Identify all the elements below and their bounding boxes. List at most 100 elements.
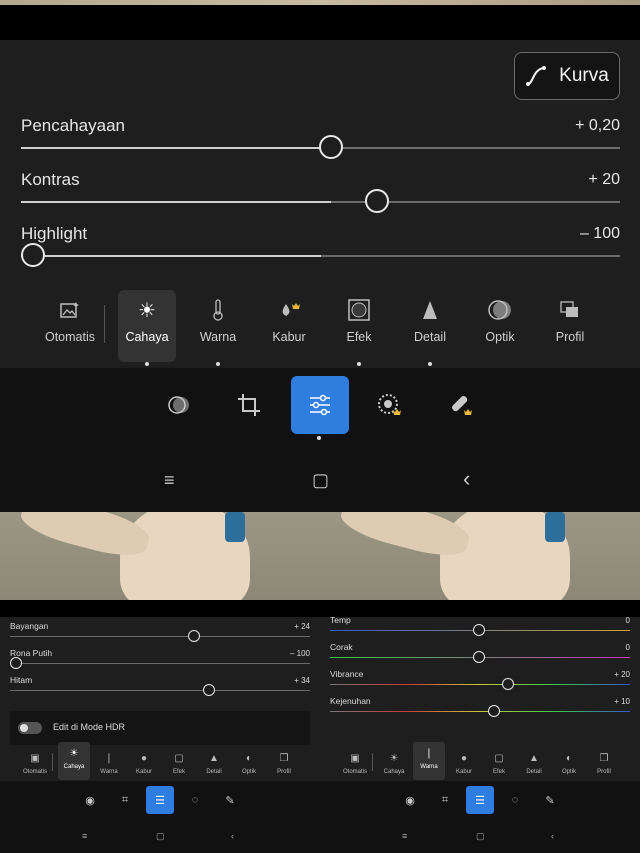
saturation-slider-handle[interactable] <box>488 705 500 717</box>
color-panel-screenshot: Temp 0 Corak 0 Vibrance + 20 Kejenuhan +… <box>320 617 640 853</box>
vibrance-slider-track[interactable] <box>330 684 630 685</box>
tab-kabur[interactable]: ● Kabur <box>128 747 160 785</box>
curve-button[interactable]: Kurva <box>514 52 620 100</box>
tab-kabur-label: Kabur <box>272 330 306 344</box>
blacks-label: Hitam <box>10 675 33 685</box>
tab-cahaya[interactable]: ☀ Cahaya <box>118 290 176 366</box>
tab-otomatis-label: Otomatis <box>44 330 95 344</box>
tab-profil-label: Profil <box>555 330 585 344</box>
crop-icon[interactable] <box>220 376 278 434</box>
tab-profil[interactable]: ❐ Profil <box>268 747 300 785</box>
home-icon[interactable]: ▢ <box>156 831 165 842</box>
shadows-slider-track[interactable] <box>10 636 310 637</box>
contrast-slider-track[interactable] <box>21 189 620 213</box>
hdr-label: Edit di Mode HDR <box>53 722 126 732</box>
tab-warna[interactable]: ❘ Warna <box>93 747 125 785</box>
tab-optik[interactable]: ◐ Optik <box>553 747 585 785</box>
vibrance-value: + 20 <box>614 670 630 679</box>
home-icon[interactable]: ▢ <box>476 831 485 842</box>
back-icon[interactable]: ‹ <box>463 466 470 492</box>
adjust-icon[interactable] <box>291 376 349 434</box>
tab-efek-label: Efek <box>346 330 372 344</box>
exposure-slider-track[interactable] <box>21 135 620 159</box>
masking-premium-icon[interactable]: ◌ <box>181 786 209 814</box>
tab-warna[interactable]: ❘ Warna <box>413 742 445 780</box>
tab-optik[interactable]: ◐ Optik <box>233 747 265 785</box>
presets-icon[interactable]: ◉ <box>396 786 424 814</box>
modified-dot <box>357 362 361 366</box>
highlight-slider-track[interactable] <box>21 243 620 267</box>
auto-image-icon <box>60 290 80 330</box>
temp-slider-handle[interactable] <box>473 624 485 636</box>
heal-premium-icon[interactable]: ✎ <box>536 786 564 814</box>
contrast-label: Kontras <box>21 170 80 189</box>
tab-optik[interactable]: Optik <box>468 290 532 362</box>
masking-premium-icon[interactable] <box>361 376 419 434</box>
home-icon[interactable]: ▢ <box>312 470 329 491</box>
blacks-slider-track[interactable] <box>10 690 310 691</box>
back-icon[interactable]: ‹ <box>551 831 554 841</box>
hdr-mode-row[interactable]: Edit di Mode HDR <box>10 711 310 745</box>
hdr-toggle[interactable] <box>18 722 42 734</box>
heal-premium-icon[interactable] <box>432 376 490 434</box>
presets-icon[interactable]: ◉ <box>76 786 104 814</box>
selected-indicator <box>317 436 321 440</box>
menu-icon[interactable]: ≡ <box>164 470 175 491</box>
saturation-slider-track[interactable] <box>330 711 630 712</box>
thermometer-icon <box>212 290 224 330</box>
tab-otomatis[interactable]: Otomatis <box>38 290 102 362</box>
tab-efek[interactable]: ▢ Efek <box>163 747 195 785</box>
modified-dot <box>428 362 432 366</box>
tab-otomatis[interactable]: ▣ Otomatis <box>339 747 371 785</box>
tab-detail[interactable]: ▲ Detail <box>518 747 550 785</box>
shadows-slider-handle[interactable] <box>188 630 200 642</box>
tab-optik-label: Optik <box>485 330 515 344</box>
tab-profil[interactable]: Profil <box>538 290 602 362</box>
presets-icon[interactable] <box>150 376 208 434</box>
exposure-slider-handle[interactable] <box>319 135 343 159</box>
back-icon[interactable]: ‹ <box>231 831 234 841</box>
modified-dot <box>216 362 220 366</box>
saturation-label: Kejenuhan <box>330 696 371 706</box>
menu-icon[interactable]: ≡ <box>402 831 407 841</box>
light-panel-screenshot: Bayangan + 24 Rona Putih – 100 Hitam + 3… <box>0 617 320 853</box>
lens-icon <box>488 290 512 330</box>
exposure-label: Pencahayaan <box>21 116 125 135</box>
tab-divider <box>52 753 53 771</box>
masking-premium-icon[interactable]: ◌ <box>501 786 529 814</box>
tab-kabur[interactable]: Kabur <box>257 290 321 362</box>
crop-icon[interactable]: ⌗ <box>111 786 139 814</box>
vibrance-slider-handle[interactable] <box>502 678 514 690</box>
tab-warna[interactable]: Warna <box>186 290 250 366</box>
adjust-icon[interactable]: ☰ <box>146 786 174 814</box>
curve-icon <box>526 66 547 86</box>
tint-value: 0 <box>625 643 630 652</box>
photo-preview-right <box>320 512 640 600</box>
contrast-slider-handle[interactable] <box>365 189 389 213</box>
tab-detail[interactable]: ▲ Detail <box>198 747 230 785</box>
tab-cahaya[interactable]: ☀ Cahaya <box>58 742 90 780</box>
saturation-value: + 10 <box>614 697 630 706</box>
blacks-slider-handle[interactable] <box>203 684 215 696</box>
tint-slider-handle[interactable] <box>473 651 485 663</box>
tab-efek[interactable]: ▢ Efek <box>483 747 515 785</box>
tab-kabur[interactable]: ● Kabur <box>448 747 480 785</box>
whites-slider-track[interactable] <box>10 663 310 664</box>
tint-label: Corak <box>330 642 353 652</box>
sun-icon: ☀ <box>138 299 156 322</box>
adjust-icon[interactable]: ☰ <box>466 786 494 814</box>
tab-otomatis[interactable]: ▣ Otomatis <box>19 747 51 785</box>
highlight-slider-handle[interactable] <box>21 243 45 267</box>
photo-letterbox-bottom <box>0 600 640 617</box>
photo-preview-left <box>0 512 320 600</box>
shadows-value: + 24 <box>294 622 310 631</box>
layers-icon <box>560 290 580 330</box>
tab-efek[interactable]: Efek <box>327 290 391 366</box>
tab-detail[interactable]: Detail <box>398 290 462 366</box>
menu-icon[interactable]: ≡ <box>82 831 87 841</box>
whites-slider-handle[interactable] <box>10 657 22 669</box>
heal-premium-icon[interactable]: ✎ <box>216 786 244 814</box>
tab-profil[interactable]: ❐ Profil <box>588 747 620 785</box>
tab-cahaya[interactable]: ☀ Cahaya <box>378 747 410 785</box>
crop-icon[interactable]: ⌗ <box>431 786 459 814</box>
